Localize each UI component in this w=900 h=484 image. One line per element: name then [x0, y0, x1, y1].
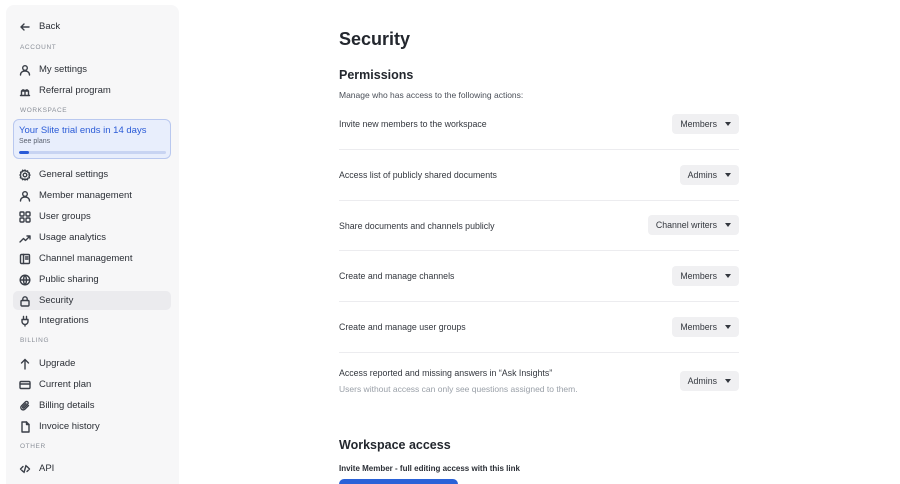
section-label-workspace: WORKSPACE: [20, 107, 68, 114]
permissions-heading: Permissions: [339, 68, 414, 82]
sidebar-item-label: Member management: [39, 190, 132, 201]
role-select-value: Admins: [687, 376, 717, 386]
trial-progress-fill: [19, 151, 30, 154]
channel-icon: [18, 252, 32, 266]
section-label-billing: BILLING: [20, 337, 50, 344]
sidebar-item-label: Current plan: [39, 379, 92, 390]
document-icon: [18, 420, 32, 434]
security-settings-panel: Security Permissions Manage who has acce…: [339, 0, 739, 484]
sidebar-item-general-settings[interactable]: General settings: [13, 165, 171, 184]
sidebar-item-upgrade[interactable]: Upgrade: [13, 354, 171, 373]
caret-down-icon: [725, 173, 731, 177]
sidebar-item-my-settings[interactable]: My settings: [13, 60, 171, 79]
card-icon: [18, 378, 32, 392]
section-label-other: OTHER: [20, 443, 46, 450]
sidebar-item-label: Usage analytics: [39, 232, 107, 243]
role-select-value: Members: [680, 322, 717, 332]
sidebar-item-member-management[interactable]: Member management: [13, 186, 171, 205]
user-icon: [18, 189, 32, 203]
sidebar-item-channel-management[interactable]: Channel management: [13, 249, 171, 268]
code-icon: [18, 462, 32, 476]
role-select[interactable]: Members: [672, 317, 739, 337]
permission-label: Create and manage channels: [339, 271, 455, 281]
users-icon: [18, 210, 32, 224]
invite-link-label: Invite Member - full editing access with…: [339, 464, 520, 473]
sidebar-item-security[interactable]: Security: [13, 291, 171, 310]
sidebar-item-label: Integrations: [39, 315, 89, 326]
arrow-up-icon: [18, 357, 32, 371]
sidebar-item-label: Invoice history: [39, 421, 100, 432]
sidebar-item-integrations[interactable]: Integrations: [13, 311, 171, 330]
permissions-description: Manage who has access to the following a…: [339, 90, 524, 100]
sidebar-item-label: Billing details: [39, 400, 95, 411]
sidebar-item-usage-analytics[interactable]: Usage analytics: [13, 228, 171, 247]
sidebar-item-label: My settings: [39, 64, 88, 75]
sidebar-item-label: User groups: [39, 211, 91, 222]
gift-icon: [18, 84, 32, 98]
permission-row-manage-user-groups: Create and manage user groups Members: [339, 302, 739, 353]
plug-icon: [18, 314, 32, 328]
role-select-value: Members: [680, 119, 717, 129]
paperclip-icon: [18, 399, 32, 413]
globe-icon: [18, 273, 32, 287]
trend-icon: [18, 231, 32, 245]
sidebar-item-label: Public sharing: [39, 274, 99, 285]
section-label-account: ACCOUNT: [20, 44, 57, 51]
sidebar-item-public-sharing[interactable]: Public sharing: [13, 270, 171, 289]
sidebar-item-billing-details[interactable]: Billing details: [13, 396, 171, 415]
trial-progress-bar: [19, 151, 166, 154]
caret-down-icon: [725, 379, 731, 383]
permission-label: Access reported and missing answers in “…: [339, 368, 553, 378]
permission-row-invite-members: Invite new members to the workspace Memb…: [339, 101, 739, 150]
back-label: Back: [39, 21, 61, 32]
permission-row-ask-insights: Access reported and missing answers in “…: [339, 353, 739, 409]
see-plans-link[interactable]: See plans: [19, 138, 50, 145]
role-select-value: Channel writers: [655, 220, 717, 230]
role-select[interactable]: Admins: [679, 165, 739, 185]
role-select[interactable]: Admins: [679, 371, 739, 391]
sidebar-item-user-groups[interactable]: User groups: [13, 207, 171, 226]
sidebar-item-label: Security: [39, 295, 74, 306]
workspace-access-heading: Workspace access: [339, 438, 451, 452]
page-title: Security: [339, 29, 411, 49]
arrow-left-icon: [18, 20, 32, 34]
sidebar-item-api[interactable]: API: [13, 459, 171, 478]
permission-label: Access list of publicly shared documents: [339, 170, 497, 180]
user-icon: [18, 63, 32, 77]
settings-sidebar: Back ACCOUNT My settings Referral progra…: [6, 5, 179, 484]
role-select[interactable]: Channel writers: [647, 215, 739, 235]
permission-label: Invite new members to the workspace: [339, 119, 487, 129]
permission-label: Create and manage user groups: [339, 322, 466, 332]
sidebar-item-referral-program[interactable]: Referral program: [13, 81, 171, 100]
permission-label: Share documents and channels publicly: [339, 221, 495, 231]
role-select-value: Admins: [687, 170, 717, 180]
permission-sublabel: Users without access can only see questi…: [339, 384, 578, 394]
permission-row-share-publicly: Share documents and channels publicly Ch…: [339, 201, 739, 251]
lock-icon: [18, 294, 32, 308]
sidebar-item-label: API: [39, 463, 55, 474]
back-button[interactable]: Back: [13, 17, 171, 36]
permission-row-manage-channels: Create and manage channels Members: [339, 251, 739, 302]
sidebar-item-label: Channel management: [39, 253, 133, 264]
role-select-value: Members: [680, 271, 717, 281]
sidebar-item-label: Referral program: [39, 85, 111, 96]
sidebar-item-label: General settings: [39, 169, 109, 180]
gear-icon: [18, 168, 32, 182]
caret-down-icon: [725, 223, 731, 227]
caret-down-icon: [725, 274, 731, 278]
copy-invite-link-button[interactable]: [339, 479, 458, 484]
caret-down-icon: [725, 325, 731, 329]
permission-row-public-docs-list: Access list of publicly shared documents…: [339, 150, 739, 201]
trial-title: Your Slite trial ends in 14 days: [19, 125, 147, 136]
role-select[interactable]: Members: [672, 114, 739, 134]
sidebar-item-current-plan[interactable]: Current plan: [13, 375, 171, 394]
trial-banner[interactable]: Your Slite trial ends in 14 days See pla…: [13, 119, 171, 159]
sidebar-item-label: Upgrade: [39, 358, 76, 369]
caret-down-icon: [725, 122, 731, 126]
role-select[interactable]: Members: [672, 266, 739, 286]
sidebar-item-invoice-history[interactable]: Invoice history: [13, 417, 171, 436]
